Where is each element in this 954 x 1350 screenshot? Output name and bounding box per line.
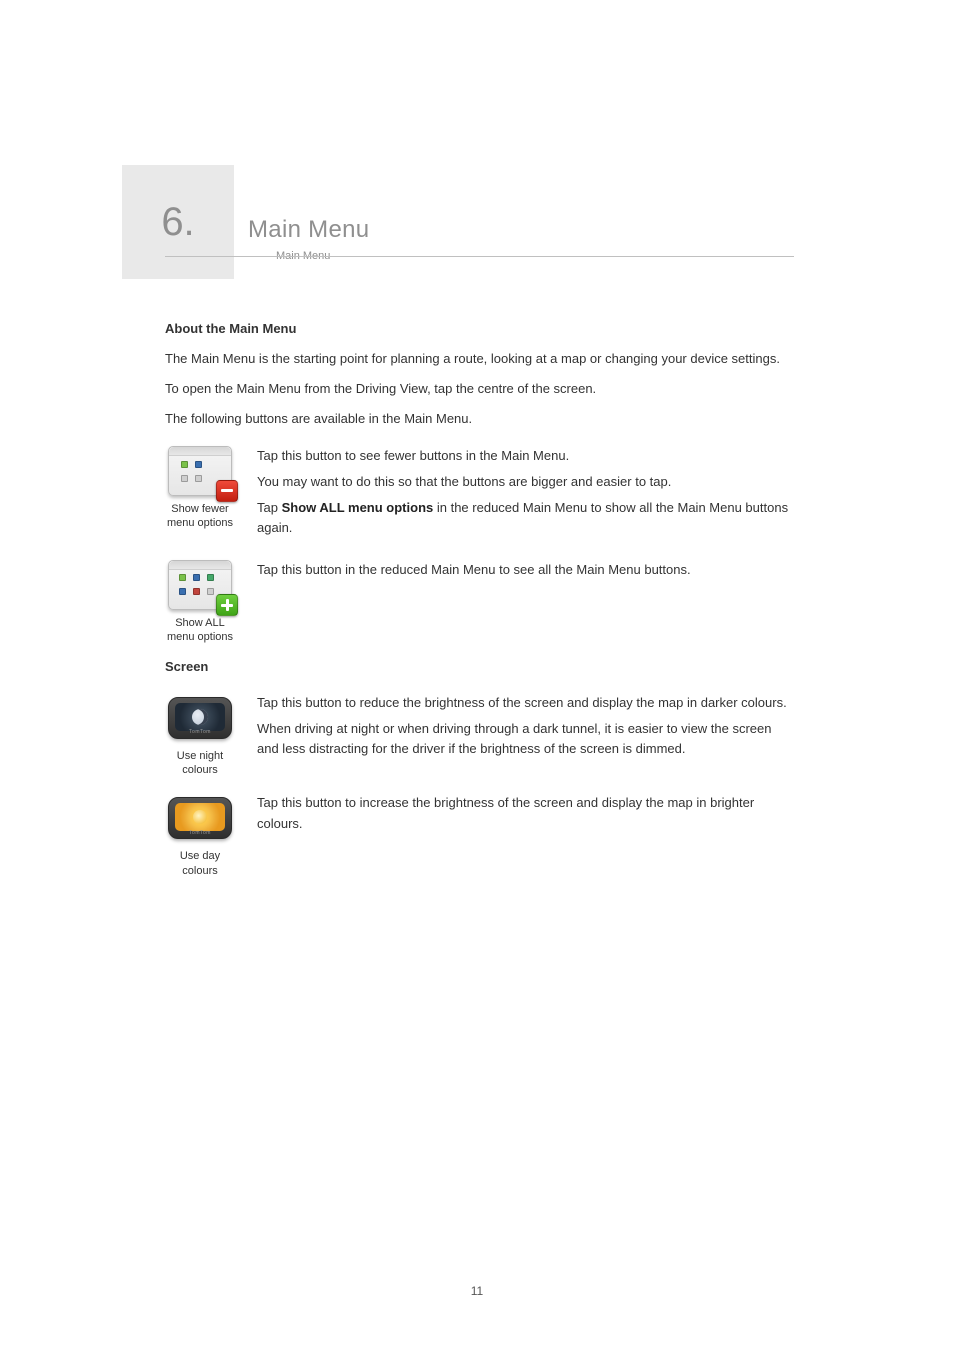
item-p2: You may want to do this so that the butt… [257,472,794,492]
device-night-icon: TomTom [168,693,232,743]
plus-badge-icon [216,594,238,616]
minus-badge-icon [216,480,238,502]
item-text: Tap this button in the reduced Main Menu… [257,560,794,645]
page: 6. Main Menu Main Menu About the Main Me… [0,0,954,1350]
grid-minus-icon [168,446,232,496]
item-p1: Tap this button to reduce the brightness… [257,693,794,713]
item-p3: Tap Show ALL menu options in the reduced… [257,498,794,538]
icon-caption: Use night colours [165,749,235,778]
about-p1: The Main Menu is the starting point for … [165,349,794,369]
item-text: Tap this button to reduce the brightness… [257,693,794,778]
icon-column: TomTom Use day colours [165,793,235,878]
chapter-rule [165,256,794,257]
icon-caption: Use day colours [165,849,235,878]
menu-item: TomTom Use night colours Tap this button… [165,693,794,778]
section-heading-screen: Screen [165,657,794,677]
item-p1: Tap this button to increase the brightne… [257,793,794,833]
item-text: Tap this button to see fewer buttons in … [257,446,794,545]
buttons-lead: The following buttons are available in t… [165,409,794,429]
menu-item: Show ALL menu options Tap this button in… [165,560,794,645]
item-text: Tap this button to increase the brightne… [257,793,794,878]
item-p1: Tap this button in the reduced Main Menu… [257,560,794,580]
item-p1: Tap this button to see fewer buttons in … [257,446,794,466]
icon-caption: Show fewer menu options [165,502,235,531]
menu-item: TomTom Use day colours Tap this button t… [165,793,794,878]
icon-column: TomTom Use night colours [165,693,235,778]
icon-caption: Show ALL menu options [165,616,235,645]
chapter-number: 6. [161,200,194,245]
icon-column: Show fewer menu options [165,446,235,545]
menu-item: Show fewer menu options Tap this button … [165,446,794,545]
body: About the Main Menu The Main Menu is the… [165,313,794,878]
section-heading-about: About the Main Menu [165,319,794,339]
item-p2: When driving at night or when driving th… [257,719,794,759]
page-number: 11 [0,1284,954,1298]
device-day-icon: TomTom [168,793,232,843]
moon-icon [192,709,208,725]
chapter-title: Main Menu [248,216,369,244]
bold-label: Show ALL menu options [282,500,434,515]
about-p2: To open the Main Menu from the Driving V… [165,379,794,399]
chapter-number-box: 6. [122,165,234,279]
grid-plus-icon [168,560,232,610]
icon-column: Show ALL menu options [165,560,235,645]
sun-icon [193,810,207,824]
